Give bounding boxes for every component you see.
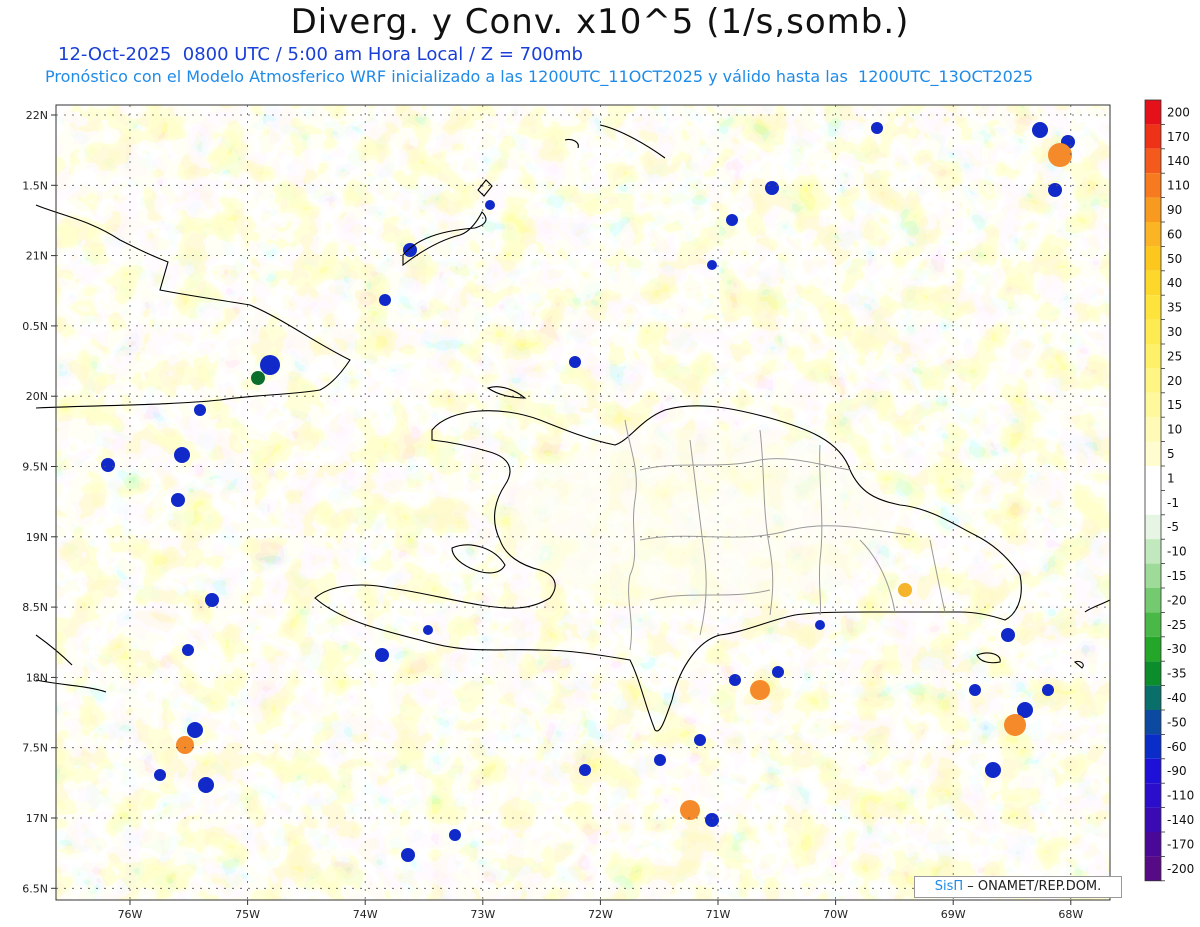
colorbar-label: 90 <box>1167 203 1182 217</box>
lat-label: 19N <box>26 531 48 544</box>
lat-label: 20N <box>26 390 48 403</box>
colorbar-swatch <box>1145 270 1161 296</box>
lon-label: 68W <box>1058 908 1083 921</box>
colorbar-label: -90 <box>1167 764 1187 778</box>
colorbar-swatch <box>1145 441 1161 466</box>
colorbar-swatch <box>1145 832 1161 857</box>
colorbar-label: -15 <box>1167 569 1187 583</box>
lat-label: 18N <box>26 671 48 684</box>
colorbar-label: 35 <box>1167 301 1182 315</box>
colorbar-label: -40 <box>1167 691 1187 705</box>
colorbar-label: 60 <box>1167 227 1182 241</box>
longitude-labels: 76W 75W 74W 73W 72W 71W 70W 69W 68W <box>118 900 1083 921</box>
lat-label: 1.5N <box>22 179 48 192</box>
colorbar-label: 20 <box>1167 374 1182 388</box>
colorbar-label: 50 <box>1167 252 1182 266</box>
colorbar-label: 30 <box>1167 325 1182 339</box>
colorbar-swatch <box>1145 368 1161 393</box>
colorbar-swatch <box>1145 636 1161 662</box>
lat-label: 0.5N <box>22 320 48 333</box>
colorbar-swatch <box>1145 588 1161 613</box>
colorbar-swatch <box>1145 344 1161 369</box>
colorbar-label: -110 <box>1167 789 1194 803</box>
colorbar-swatch <box>1145 612 1161 637</box>
colorbar-label: -200 <box>1167 862 1194 876</box>
colorbar-label: 1 <box>1167 471 1175 485</box>
colorbar-label: -60 <box>1167 740 1187 754</box>
colorbar-label: -10 <box>1167 545 1187 559</box>
colorbar-label: 140 <box>1167 154 1190 168</box>
lon-label: 69W <box>941 908 966 921</box>
colorbar-swatch <box>1145 661 1161 686</box>
colorbar-label: 110 <box>1167 179 1190 193</box>
colorbar-swatch <box>1145 734 1161 759</box>
colorbar-swatch <box>1145 710 1161 735</box>
colorbar-swatch <box>1145 783 1161 808</box>
lat-label: 17N <box>26 812 48 825</box>
colorbar-label: 15 <box>1167 398 1182 412</box>
lat-label: 22N <box>26 109 48 122</box>
lat-label: 7.5N <box>22 742 48 755</box>
lon-label: 74W <box>353 908 378 921</box>
lon-label: 70W <box>823 908 848 921</box>
colorbar: 200 170 140 110 90 60 50 40 35 30 25 20 15 10 5 1 -1 -5 -1… <box>1144 99 1194 882</box>
colorbar-swatch <box>1145 148 1161 174</box>
colorbar-label: -50 <box>1167 715 1187 729</box>
colorbar-label: 5 <box>1167 447 1175 461</box>
colorbar-swatch <box>1145 539 1161 564</box>
colorbar-swatch <box>1145 222 1161 247</box>
lon-label: 71W <box>706 908 731 921</box>
colorbar-swatch <box>1145 173 1161 198</box>
colorbar-swatch <box>1145 758 1161 784</box>
lon-label: 73W <box>470 908 495 921</box>
colorbar-swatch <box>1145 246 1161 271</box>
colorbar-label: 25 <box>1167 349 1182 363</box>
divergence-field <box>56 105 1110 900</box>
map-figure: 22N 1.5N 21N 0.5N 20N 9.5N 19N 8.5N 18N 7.5N 17N 6.… <box>22 99 1194 921</box>
colorbar-label: -140 <box>1167 813 1194 827</box>
colorbar-label: 200 <box>1167 105 1190 119</box>
colorbar-swatch <box>1145 490 1161 515</box>
colorbar-swatch <box>1145 197 1161 222</box>
colorbar-swatch <box>1145 417 1161 442</box>
colorbar-swatch <box>1145 514 1161 540</box>
colorbar-label: 40 <box>1167 276 1182 290</box>
colorbar-label: -170 <box>1167 837 1194 851</box>
colorbar-label: -5 <box>1167 520 1179 534</box>
latitude-labels: 22N 1.5N 21N 0.5N 20N 9.5N 19N 8.5N 18N 7.5N 17N 6.… <box>22 109 56 895</box>
colorbar-label: 10 <box>1167 423 1182 437</box>
colorbar-swatch <box>1145 319 1161 344</box>
credit-text: – ONAMET/REP.DOM. <box>967 879 1102 894</box>
colorbar-swatch <box>1145 124 1161 149</box>
colorbar-swatch <box>1145 807 1161 832</box>
colorbar-swatch <box>1145 685 1161 710</box>
colorbar-swatch <box>1145 563 1161 588</box>
lat-label: 8.5N <box>22 601 48 614</box>
colorbar-label: 170 <box>1167 130 1190 144</box>
lon-label: 76W <box>118 908 143 921</box>
credit-box: SisΠ – ONAMET/REP.DOM. <box>914 876 1122 898</box>
colorbar-label: -30 <box>1167 642 1187 656</box>
lat-label: 6.5N <box>22 882 48 895</box>
lat-label: 21N <box>26 250 48 263</box>
colorbar-label: -35 <box>1167 667 1187 681</box>
colorbar-label: -25 <box>1167 618 1187 632</box>
colorbar-swatch <box>1145 100 1161 125</box>
colorbar-label: -1 <box>1167 496 1179 510</box>
credit-brand: SisΠ <box>934 879 964 894</box>
colorbar-swatch <box>1145 856 1161 881</box>
colorbar-swatch <box>1145 466 1161 491</box>
colorbar-label: -20 <box>1167 593 1187 607</box>
lon-label: 75W <box>235 908 260 921</box>
lat-label: 9.5N <box>22 461 48 474</box>
colorbar-swatch <box>1145 295 1161 320</box>
colorbar-swatch <box>1145 392 1161 418</box>
lon-label: 72W <box>588 908 613 921</box>
